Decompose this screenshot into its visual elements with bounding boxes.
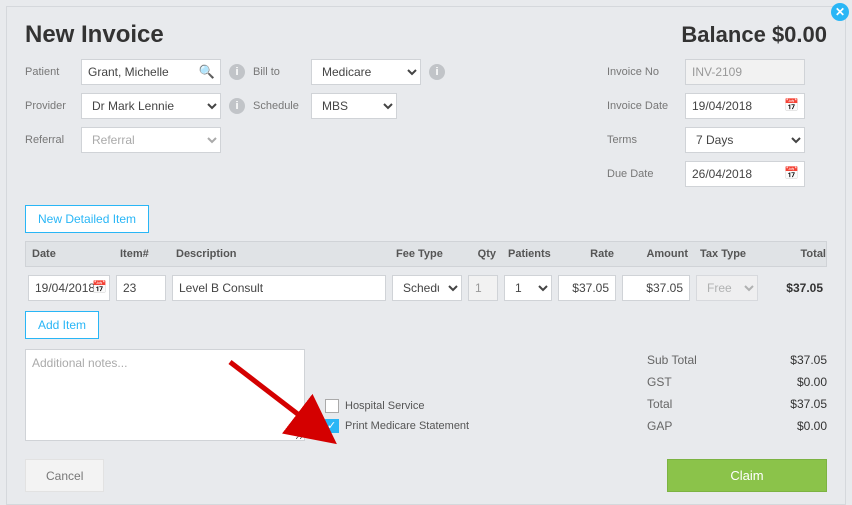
invoice-date-label: Invoice Date	[607, 100, 677, 112]
patient-label: Patient	[25, 66, 73, 78]
terms-select[interactable]: 7 Days	[685, 127, 805, 153]
line-rate-input[interactable]	[558, 275, 616, 301]
due-date-label: Due Date	[607, 168, 677, 180]
terms-label: Terms	[607, 134, 677, 146]
print-medicare-label: Print Medicare Statement	[345, 420, 469, 432]
info-icon[interactable]: i	[429, 64, 445, 80]
add-item-button[interactable]: Add Item	[25, 311, 99, 339]
hospital-service-label: Hospital Service	[345, 400, 424, 412]
schedule-select[interactable]: MBS	[311, 93, 397, 119]
referral-label: Referral	[25, 134, 73, 146]
print-medicare-checkbox[interactable]	[325, 419, 339, 433]
new-detailed-item-button[interactable]: New Detailed Item	[25, 205, 149, 233]
notes-textarea[interactable]	[25, 349, 305, 441]
invoice-date-input[interactable]	[685, 93, 805, 119]
page-title: New Invoice	[25, 21, 164, 49]
referral-select[interactable]: Referral	[81, 127, 221, 153]
schedule-label: Schedule	[253, 100, 303, 112]
calendar-icon: 📅	[92, 280, 107, 294]
billto-select[interactable]: Medicare	[311, 59, 421, 85]
provider-label: Provider	[25, 100, 73, 112]
line-desc-input[interactable]	[172, 275, 386, 301]
info-icon[interactable]: i	[229, 98, 245, 114]
line-taxtype-select: Free	[696, 275, 758, 301]
info-icon[interactable]: i	[229, 64, 245, 80]
invoice-no-label: Invoice No	[607, 66, 677, 78]
line-feetype-select[interactable]: Schedule	[392, 275, 462, 301]
provider-select[interactable]: Dr Mark Lennie	[81, 93, 221, 119]
close-icon[interactable]: ✕	[831, 3, 849, 21]
invoice-no-input	[685, 59, 805, 85]
cancel-button[interactable]: Cancel	[25, 459, 104, 492]
line-items-header: Date Item# Description Fee Type Qty Pati…	[25, 241, 827, 267]
line-patients-select[interactable]: 1	[504, 275, 552, 301]
totals-panel: Sub Total$37.05 GST$0.00 Total$37.05 GAP…	[647, 349, 827, 441]
balance-display: Balance $0.00	[681, 22, 827, 48]
claim-button[interactable]: Claim	[667, 459, 827, 492]
line-item-row: 📅 Schedule 1 Free $37.05	[25, 275, 827, 301]
search-icon[interactable]: 🔍	[199, 64, 215, 80]
line-item-input[interactable]	[116, 275, 166, 301]
line-amount-input[interactable]	[622, 275, 690, 301]
hospital-service-checkbox[interactable]	[325, 399, 339, 413]
line-qty-input	[468, 275, 498, 301]
billto-label: Bill to	[253, 66, 303, 78]
line-total: $37.05	[761, 281, 831, 295]
due-date-input[interactable]	[685, 161, 805, 187]
